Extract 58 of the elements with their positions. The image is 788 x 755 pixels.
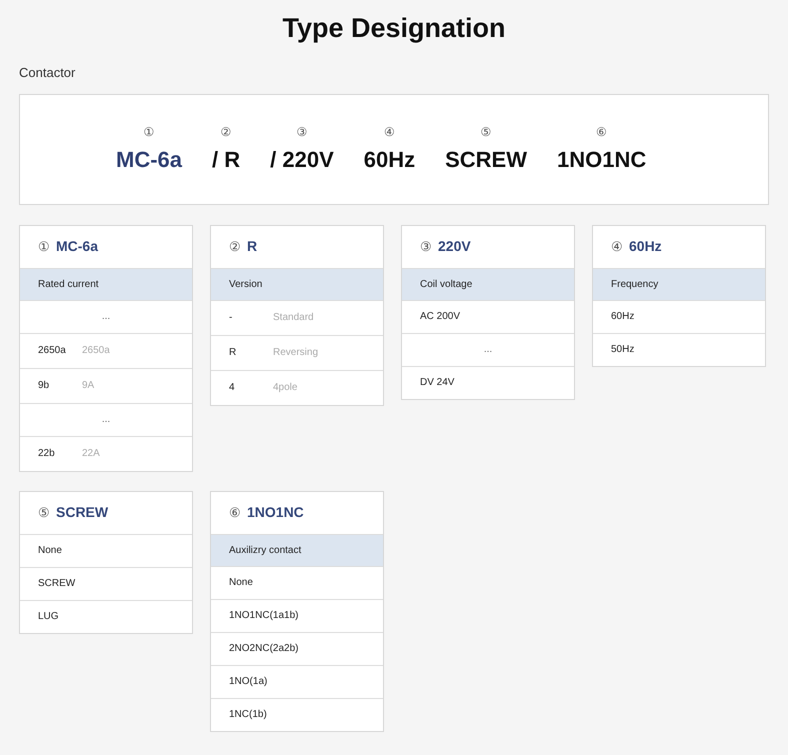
circled-number: ③: [296, 124, 308, 138]
designation-part: / R: [212, 146, 240, 174]
card-title: 60Hz: [629, 237, 662, 256]
circled-number: ④: [611, 238, 623, 256]
option-code: 2650a: [38, 344, 67, 358]
card-title: MC-6a: [56, 237, 98, 256]
designation-part: MC-6a: [116, 146, 182, 174]
circled-number: ⑤: [38, 504, 50, 522]
ellipsis-text: ...: [484, 343, 492, 357]
circled-number: ③: [420, 238, 432, 256]
circled-number: ④: [384, 124, 395, 138]
circled-number: ②: [220, 124, 232, 138]
category-label: Contactor: [19, 64, 76, 82]
option-label: 1NC(1b): [229, 708, 267, 722]
option-label: 2NO2NC(2a2b): [229, 642, 298, 656]
designation-part: SCREW: [445, 146, 527, 174]
circled-number: ⑥: [229, 504, 241, 522]
circled-number: ①: [144, 124, 154, 138]
option-label: 60Hz: [611, 310, 634, 324]
card-title: 220V: [438, 237, 471, 256]
section-header: Version: [211, 268, 383, 300]
option-code: -: [229, 311, 234, 325]
section-header: Rated current: [20, 268, 192, 300]
option-code: 4: [229, 381, 236, 395]
section-header: Auxilizry contact: [211, 534, 383, 566]
option-description: Reversing: [273, 346, 318, 360]
circled-number: ⑤: [480, 124, 492, 138]
ellipsis-text: ...: [102, 310, 110, 324]
option-label: SCREW: [38, 577, 76, 591]
option-label: 1NO(1a): [229, 675, 268, 689]
circled-number: ①: [38, 238, 50, 256]
option-label: 1NO1NC(1a1b): [229, 609, 298, 623]
section-header: Coil voltage: [402, 268, 574, 300]
section-header: Frequency: [593, 268, 765, 300]
option-label: 50Hz: [611, 343, 634, 357]
option-description: Standard: [273, 311, 314, 325]
option-description: 4pole: [273, 381, 298, 395]
designation-part: 1NO1NC: [557, 146, 646, 174]
designation-part: / 220V: [270, 146, 334, 174]
option-label: AC 200V: [420, 310, 460, 324]
option-code: 22b: [38, 447, 56, 461]
option-code: R: [229, 346, 238, 360]
circled-number: ②: [229, 238, 241, 256]
circled-number: ⑥: [596, 124, 608, 138]
ellipsis-text: ...: [102, 413, 110, 427]
card-title: SCREW: [56, 503, 108, 522]
card-title: R: [247, 237, 258, 256]
option-label: None: [229, 576, 253, 590]
designation-part: 60Hz: [364, 146, 416, 174]
option-description: 2650a: [82, 344, 110, 358]
option-label: DV 24V: [420, 376, 454, 390]
option-description: 9A: [82, 379, 94, 393]
option-label: LUG: [38, 610, 59, 624]
page-title: Type Designation: [282, 12, 506, 45]
option-label: None: [38, 544, 62, 558]
card-title: 1NO1NC: [247, 503, 304, 522]
option-code: 9b: [38, 379, 50, 393]
option-description: 22A: [82, 447, 100, 461]
